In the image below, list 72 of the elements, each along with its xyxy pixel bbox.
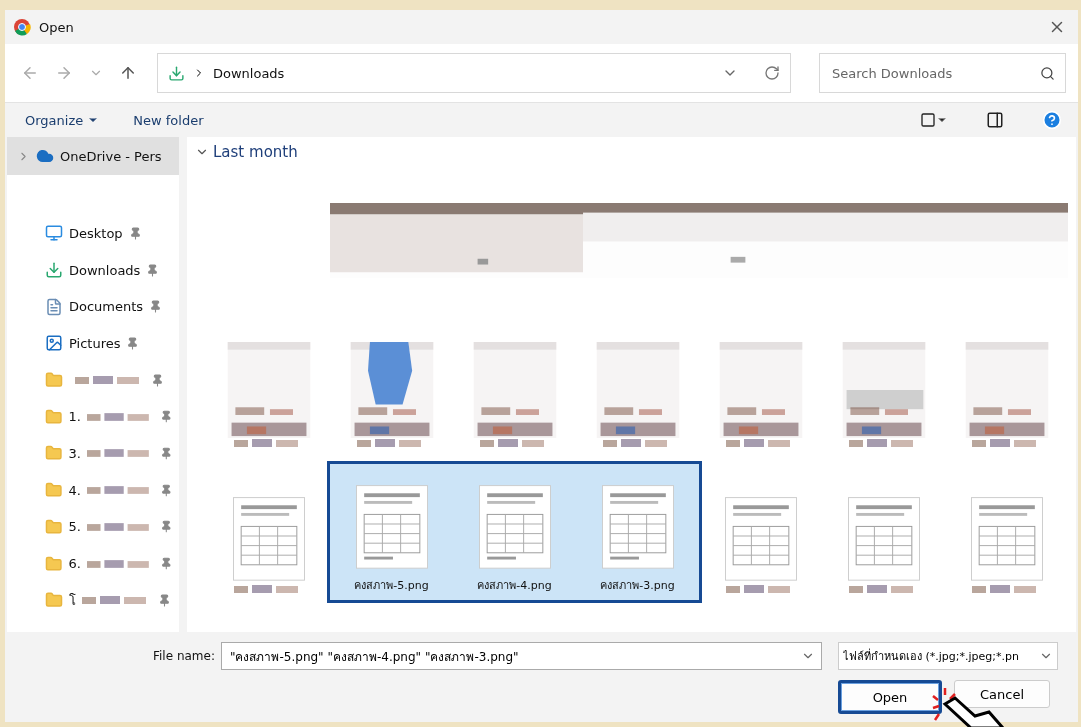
sidebar-item[interactable]: 3. xyxy=(7,435,179,472)
sidebar-item[interactable]: 1. xyxy=(7,398,179,436)
new-folder-button[interactable]: New folder xyxy=(131,110,206,130)
file-tile[interactable]: คงสภาพ-5.png xyxy=(330,464,453,600)
sidebar-label: 3. xyxy=(68,445,81,461)
pin-icon xyxy=(149,300,163,314)
folder-icon xyxy=(45,517,63,536)
sidebar-label: Desktop xyxy=(69,225,123,241)
search-icon xyxy=(1040,65,1055,81)
pin-icon xyxy=(126,336,140,350)
help-icon xyxy=(1042,110,1062,130)
pin-icon xyxy=(160,520,173,534)
folder-icon xyxy=(45,444,63,463)
sidebar-item[interactable]: 5. xyxy=(7,508,179,546)
arrow-right-icon xyxy=(55,64,73,82)
sidebar-label: โ xyxy=(69,591,76,610)
sidebar-label: Documents xyxy=(69,299,144,315)
folder-icon xyxy=(45,481,63,500)
sidebar-label: 4. xyxy=(68,482,81,498)
search-field[interactable]: Search Downloads xyxy=(819,53,1066,93)
pin-icon xyxy=(160,557,173,571)
download-icon xyxy=(45,261,63,280)
folder-icon xyxy=(45,407,63,426)
sidebar-label: 1. xyxy=(68,409,81,425)
pin-icon xyxy=(158,593,171,607)
folder-icon xyxy=(45,371,63,390)
file-name: คงสภาพ-3.png xyxy=(600,578,675,594)
pin-icon xyxy=(160,483,173,497)
breadcrumb: Downloads xyxy=(213,65,285,81)
sidebar-item[interactable]: OneDrive - Pers xyxy=(7,137,179,175)
document-icon xyxy=(45,297,63,316)
organize-menu[interactable]: Organize xyxy=(23,110,102,130)
search-input[interactable]: Search Downloads xyxy=(830,64,1040,82)
view-icon xyxy=(920,112,936,128)
sidebar-item[interactable]: Documents xyxy=(7,288,179,326)
sidebar-label: 6. xyxy=(68,556,81,572)
sidebar-item[interactable]: Downloads xyxy=(7,251,179,289)
file-name: คงสภาพ-5.png xyxy=(354,578,429,594)
file-type-dropdown[interactable]: ไฟล์ที่กำหนดเอง (*.jpg;*.jpeg;*.pn xyxy=(838,642,1058,670)
monitor-icon xyxy=(45,224,63,243)
download-icon xyxy=(168,64,185,82)
file-name-label: File name: xyxy=(153,649,215,663)
folder-icon xyxy=(45,591,63,610)
file-name-field[interactable]: "คงสภาพ-5.png" "คงสภาพ-4.png" "คงสภาพ-3.png" xyxy=(220,642,822,670)
cloud-icon xyxy=(36,147,54,165)
browser-logo-icon xyxy=(13,18,31,36)
sidebar-label: Downloads xyxy=(69,262,141,278)
window-title: Open xyxy=(39,19,74,35)
file-name: คงสภาพ-4.png xyxy=(477,578,552,594)
cancel-button[interactable]: Cancel xyxy=(954,680,1050,708)
file-tile[interactable]: คงสภาพ-3.png xyxy=(576,464,699,600)
pin-icon xyxy=(151,373,164,387)
panel-icon xyxy=(986,111,1004,129)
sidebar-item[interactable]: 6. xyxy=(7,545,179,582)
pin-icon xyxy=(128,226,142,240)
pin-icon xyxy=(160,446,173,460)
sidebar-label: OneDrive - Pers xyxy=(60,148,162,164)
pin-icon xyxy=(146,263,160,277)
sidebar-item[interactable]: Desktop xyxy=(7,215,179,252)
sidebar-item[interactable]: Pictures xyxy=(7,325,179,362)
file-tile[interactable]: คงสภาพ-4.png xyxy=(453,464,576,600)
pin-icon xyxy=(160,410,173,424)
refresh-icon xyxy=(764,65,780,81)
folder-icon xyxy=(45,554,63,573)
sidebar-label: Pictures xyxy=(69,335,121,351)
group-header[interactable]: Last month xyxy=(195,143,298,161)
sidebar-label: 5. xyxy=(68,519,81,535)
picture-icon xyxy=(45,334,63,353)
open-button[interactable]: Open xyxy=(838,680,942,714)
sidebar-item[interactable]: โ xyxy=(7,581,179,619)
address-bar[interactable]: Downloads xyxy=(157,53,791,93)
sidebar-item[interactable]: 4. xyxy=(7,471,179,509)
